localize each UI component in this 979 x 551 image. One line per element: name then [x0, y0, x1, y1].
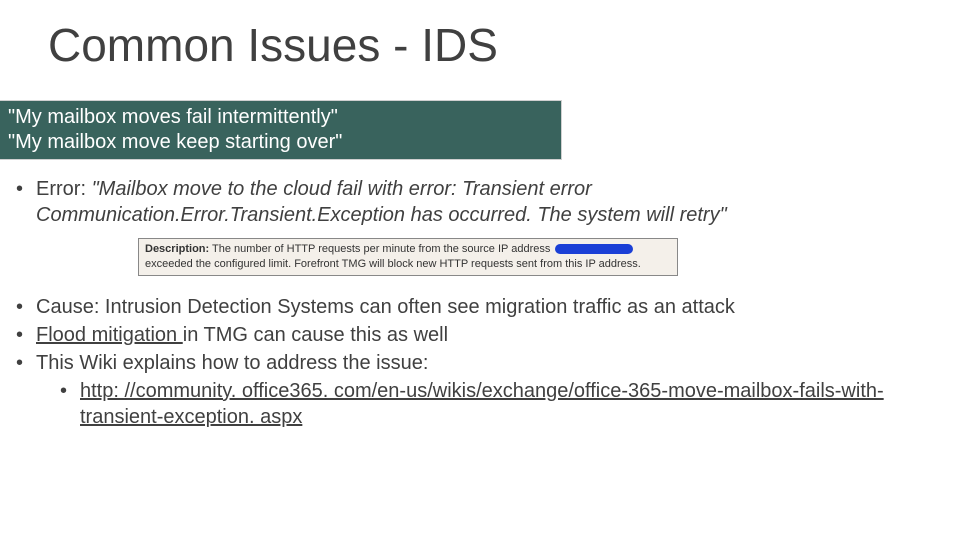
bullet-wiki: This Wiki explains how to address the is…: [14, 350, 959, 430]
error-label: Error:: [36, 178, 92, 200]
description-before: The number of HTTP requests per minute f…: [209, 243, 553, 255]
wiki-text: This Wiki explains how to address the is…: [36, 352, 428, 374]
slide: Common Issues - IDS "My mailbox moves fa…: [0, 0, 979, 551]
bullet-flood: Flood mitigation in TMG can cause this a…: [14, 322, 959, 348]
flood-rest: in TMG can cause this as well: [183, 324, 448, 346]
quote-line-1: "My mailbox moves fail intermittently": [8, 105, 553, 130]
slide-title: Common Issues - IDS: [48, 18, 498, 72]
bullet-cause: Cause: Intrusion Detection Systems can o…: [14, 294, 959, 320]
content-area: Error: "Mailbox move to the cloud fail w…: [14, 176, 959, 432]
wiki-url-link[interactable]: http: //community. office365. com/en-us/…: [80, 380, 884, 428]
bullet-url: http: //community. office365. com/en-us/…: [58, 378, 959, 430]
description-box: Description: The number of HTTP requests…: [138, 238, 678, 276]
error-text: "Mailbox move to the cloud fail with err…: [36, 178, 727, 226]
flood-mitigation-link[interactable]: Flood mitigation: [36, 324, 183, 346]
description-label: Description:: [145, 243, 209, 255]
quote-line-2: "My mailbox move keep starting over": [8, 130, 553, 155]
description-after: exceeded the configured limit. Forefront…: [145, 258, 641, 270]
quote-box: "My mailbox moves fail intermittently" "…: [0, 100, 562, 160]
redacted-ip: [555, 244, 633, 254]
bullet-error: Error: "Mailbox move to the cloud fail w…: [14, 176, 959, 276]
